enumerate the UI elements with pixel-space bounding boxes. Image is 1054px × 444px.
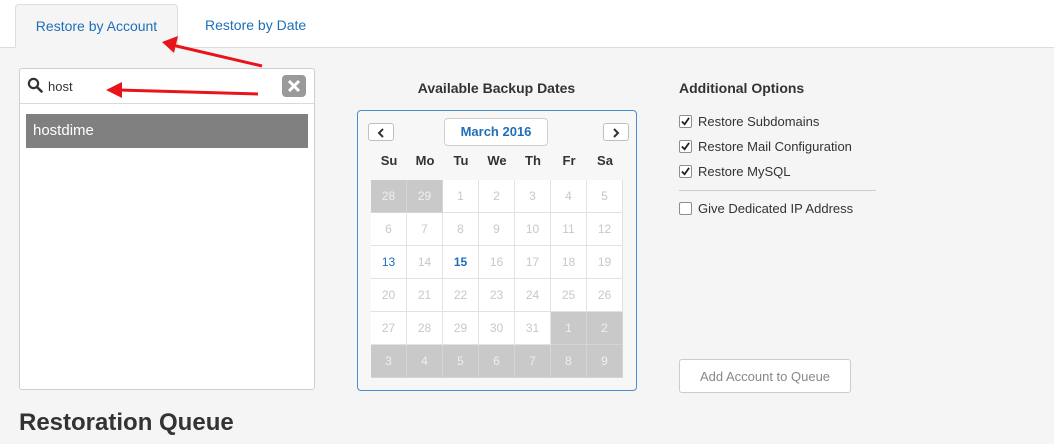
- calendar-day: 20: [371, 279, 407, 312]
- calendar-day: 8: [443, 213, 479, 246]
- search-icon: [27, 77, 43, 93]
- weekday-label: Mo: [415, 153, 435, 168]
- weekday-label: Fr: [562, 153, 576, 168]
- calendar-day: 28: [407, 312, 443, 345]
- calendar-day: 11: [551, 213, 587, 246]
- prev-month-button[interactable]: [368, 123, 394, 141]
- restoration-queue-heading: Restoration Queue: [19, 409, 234, 436]
- calendar-day: 8: [551, 345, 587, 378]
- calendar-day: 9: [479, 213, 515, 246]
- calendar-day: 28: [371, 180, 407, 213]
- tab-bar: Restore by Account Restore by Date: [0, 0, 1054, 48]
- calendar-day: 27: [371, 312, 407, 345]
- checkmark-icon: [681, 142, 690, 151]
- weekday-label: Su: [380, 153, 398, 168]
- calendar-day: 2: [587, 312, 623, 345]
- clear-search-button[interactable]: [282, 75, 306, 97]
- calendar-day: 4: [407, 345, 443, 378]
- checkmark-icon: [681, 167, 690, 176]
- calendar-day: 5: [587, 180, 623, 213]
- calendar-day: 30: [479, 312, 515, 345]
- weekday-label: Sa: [597, 153, 613, 168]
- calendar-day: 1: [551, 312, 587, 345]
- account-search-input[interactable]: [48, 75, 268, 97]
- calendar-day: 5: [443, 345, 479, 378]
- calendar-day: 26: [587, 279, 623, 312]
- calendar-day: 12: [587, 213, 623, 246]
- option-label: Give Dedicated IP Address: [698, 201, 854, 216]
- tab-restore-by-account[interactable]: Restore by Account: [15, 4, 178, 48]
- calendar-day: 16: [479, 246, 515, 279]
- calendar-day: 6: [371, 213, 407, 246]
- calendar-day: 19: [587, 246, 623, 279]
- close-icon: [287, 79, 301, 93]
- calendar-day: 3: [515, 180, 551, 213]
- option-checkbox[interactable]: [679, 202, 692, 215]
- account-list-item[interactable]: hostdime: [26, 114, 308, 148]
- checkmark-icon: [681, 117, 690, 126]
- calendar-day: 9: [587, 345, 623, 378]
- calendar-day: 14: [407, 246, 443, 279]
- calendar-day: 23: [479, 279, 515, 312]
- calendar-day: 25: [551, 279, 587, 312]
- calendar-day: 4: [551, 180, 587, 213]
- chevron-right-icon: [613, 128, 620, 138]
- month-label[interactable]: March 2016: [444, 118, 548, 146]
- chevron-left-icon: [377, 128, 384, 138]
- calendar-day: 6: [479, 345, 515, 378]
- account-panel: hostdime: [19, 68, 315, 390]
- next-month-button[interactable]: [603, 123, 629, 141]
- calendar-day: 1: [443, 180, 479, 213]
- calendar-day: 10: [515, 213, 551, 246]
- calendar-day: 24: [515, 279, 551, 312]
- add-account-to-queue-button[interactable]: Add Account to Queue: [679, 359, 851, 393]
- calendar-day: 7: [407, 213, 443, 246]
- calendar-day: 31: [515, 312, 551, 345]
- weekday-label: Tu: [453, 153, 469, 168]
- option-checkbox[interactable]: [679, 165, 692, 178]
- option-checkbox[interactable]: [679, 140, 692, 153]
- calendar-day: 18: [551, 246, 587, 279]
- backup-date-calendar: March 2016 Su Mo Tu We Th Fr Sa 28 29 1 2 3 4 5 6 7 8 9 1…: [357, 110, 637, 391]
- option-label: Restore Subdomains: [698, 114, 820, 129]
- weekday-label: We: [487, 153, 507, 168]
- calendar-day: 7: [515, 345, 551, 378]
- account-search: [20, 69, 314, 104]
- option-label: Restore Mail Configuration: [698, 139, 852, 154]
- calendar-day: 21: [407, 279, 443, 312]
- calendar-day-available[interactable]: 13: [371, 246, 407, 279]
- option-label: Restore MySQL: [698, 164, 791, 179]
- options-divider: [679, 190, 876, 191]
- calendar-day: 22: [443, 279, 479, 312]
- calendar-day-available[interactable]: 15: [443, 246, 479, 279]
- calendar-day: 3: [371, 345, 407, 378]
- calendar-day: 29: [443, 312, 479, 345]
- calendar-day: 29: [407, 180, 443, 213]
- calendar-day: 2: [479, 180, 515, 213]
- calendar-day: 17: [515, 246, 551, 279]
- calendar-title: Available Backup Dates: [417, 80, 576, 96]
- option-checkbox[interactable]: [679, 115, 692, 128]
- options-title: Additional Options: [679, 80, 805, 96]
- weekday-label: Th: [525, 153, 541, 168]
- weekday-header: Su Mo Tu We Th Fr Sa: [371, 151, 623, 171]
- calendar-grid: 28 29 1 2 3 4 5 6 7 8 9 10 11 12 13 14 15 16 17 18 19 20 21 22 2…: [371, 180, 623, 378]
- tab-restore-by-date[interactable]: Restore by Date: [205, 4, 306, 47]
